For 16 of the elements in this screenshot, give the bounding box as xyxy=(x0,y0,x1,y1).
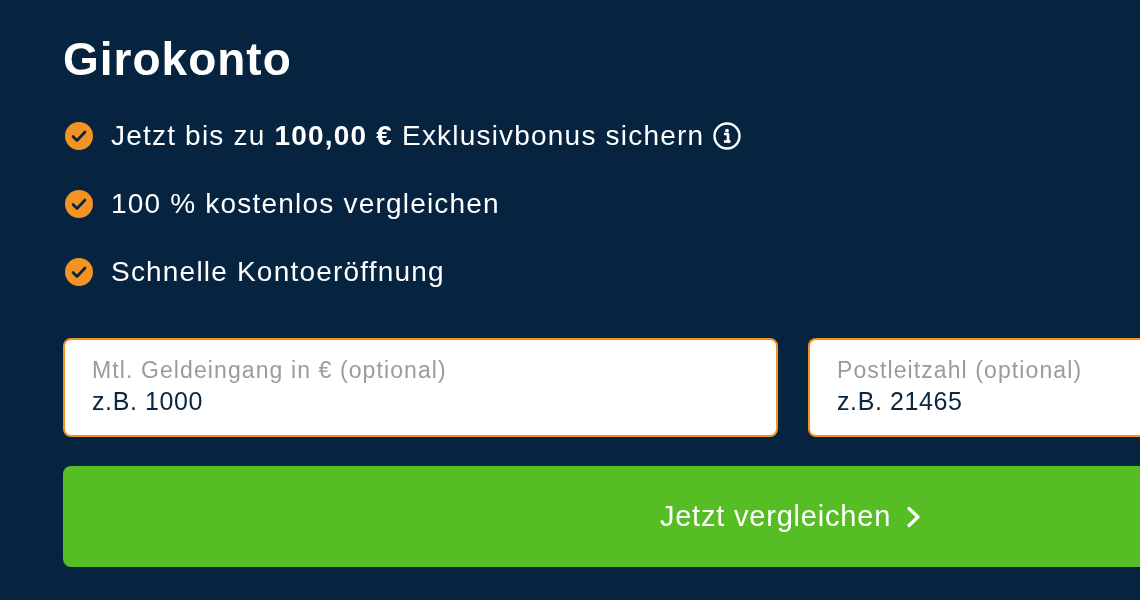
text-input[interactable]: z.B. 21465 xyxy=(837,385,1114,417)
check-icon xyxy=(65,122,93,150)
field-label: Mtl. Geldeingang in € (optional) xyxy=(92,356,448,385)
page-title: Girokonto xyxy=(63,33,293,85)
check-icon xyxy=(65,190,93,218)
benefit-text: 100 % kostenlos vergleichen xyxy=(111,187,500,221)
field-label: Postleitzahl (optional) xyxy=(837,356,1084,385)
check-icon xyxy=(65,258,93,286)
info-icon[interactable] xyxy=(713,122,742,150)
input-field[interactable]: Mtl. Geldeingang in € (optional) z.B. 1000 xyxy=(63,338,778,437)
input-field[interactable]: Postleitzahl (optional) z.B. 21465 xyxy=(808,338,1140,437)
text-input[interactable]: z.B. 1000 xyxy=(92,385,750,417)
chevron-right-icon xyxy=(906,505,923,528)
benefit-text: Jetzt bis zu 100,00 € Exklusivbonus sichern xyxy=(111,119,705,153)
compare-button[interactable]: Jetzt vergleichen xyxy=(63,466,1140,567)
benefit-text: Schnelle Kontoeröffnung xyxy=(111,255,445,289)
